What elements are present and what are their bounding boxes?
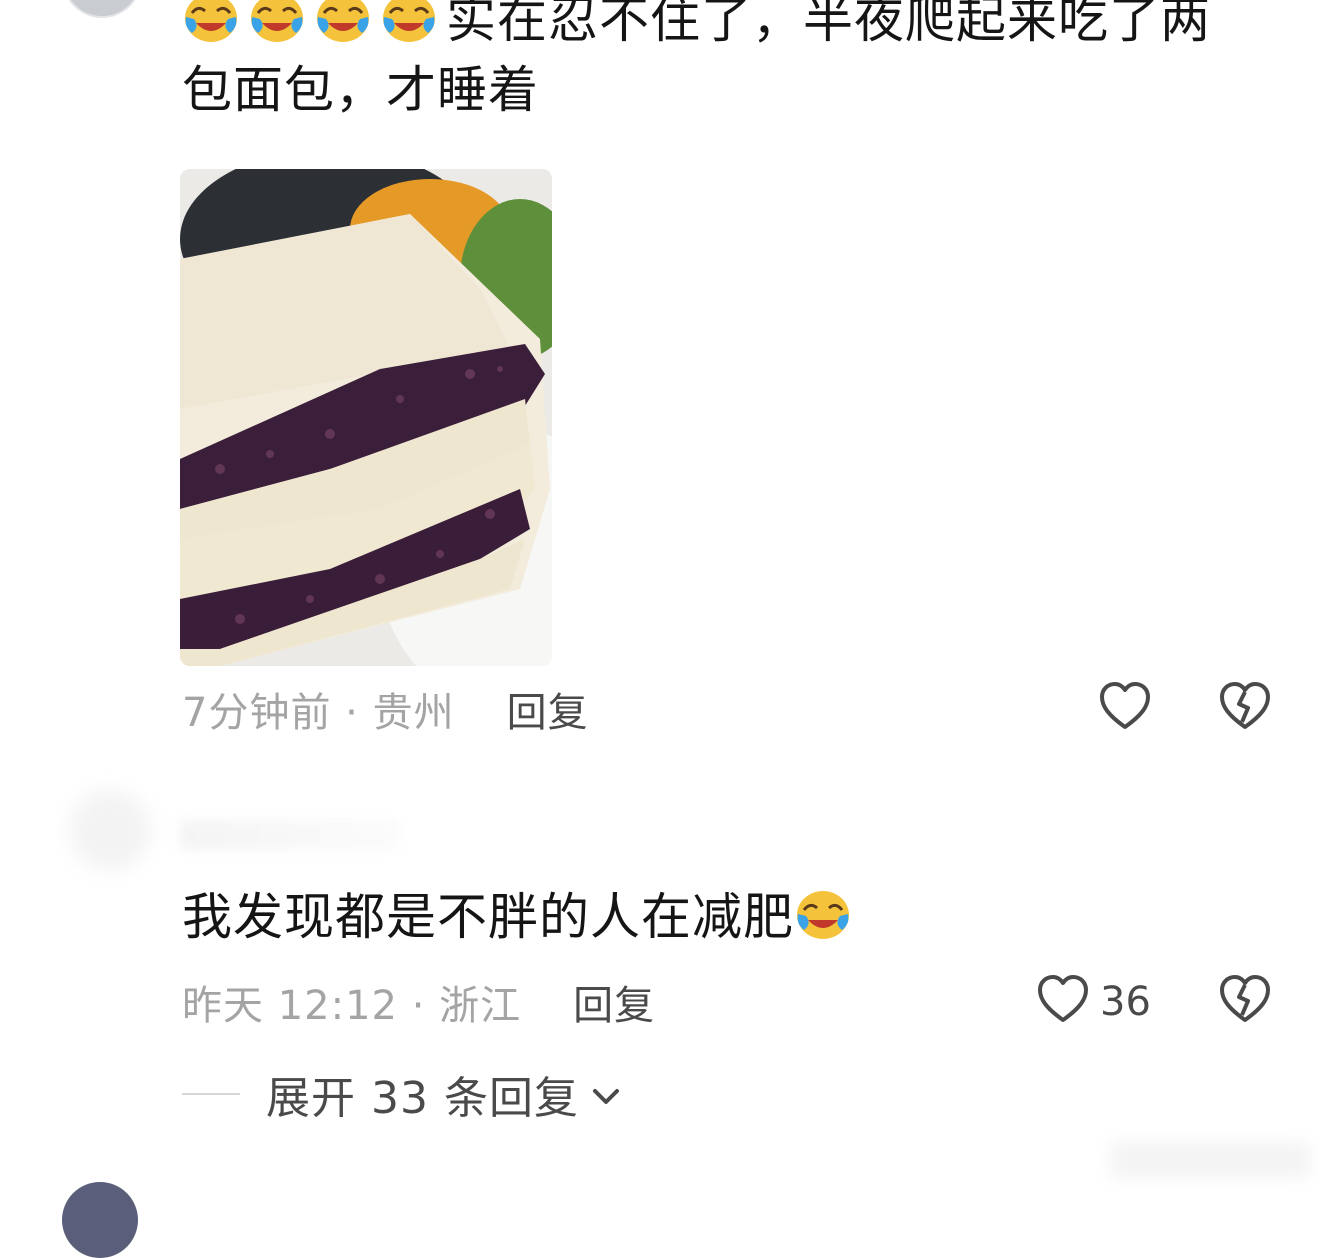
comment-body: 我发现都是不胖的人在减肥	[182, 888, 794, 946]
reply-button[interactable]: 回复	[573, 973, 655, 1031]
heart-icon	[1098, 680, 1152, 738]
commenter-name[interactable]	[180, 820, 400, 850]
expand-replies-button[interactable]: 展开 33 条回复	[182, 1062, 623, 1126]
heart-icon	[1036, 973, 1090, 1031]
crying-laughing-icon	[794, 888, 852, 940]
like-button[interactable]	[1098, 680, 1152, 738]
divider-line	[182, 1093, 240, 1095]
like-button[interactable]: 36	[1036, 973, 1151, 1031]
commenter-avatar[interactable]	[62, 1182, 138, 1258]
dislike-button[interactable]	[1218, 680, 1272, 738]
broken-heart-icon	[1218, 680, 1272, 738]
like-count: 36	[1100, 979, 1151, 1025]
reply-button[interactable]: 回复	[507, 680, 589, 738]
comment-photo[interactable]	[180, 169, 552, 666]
comment-text: 实在忍不住了，半夜爬起来吃了两包面包，才睡着	[182, 0, 1260, 125]
comment-meta: 7分钟前 · 贵州 回复	[182, 680, 589, 738]
chevron-down-icon	[589, 1069, 623, 1120]
time-location: 7分钟前 · 贵州	[182, 690, 455, 736]
dislike-button[interactable]	[1218, 973, 1272, 1031]
crying-laughing-icon	[380, 0, 438, 43]
crying-laughing-icon	[182, 0, 240, 43]
expand-replies-label: 展开 33 条回复	[266, 1073, 579, 1124]
crying-laughing-icon	[314, 0, 372, 43]
broken-heart-icon	[1218, 973, 1272, 1031]
crying-laughing-icon	[248, 0, 306, 43]
comment-text: 我发现都是不胖的人在减肥	[182, 882, 1260, 952]
comment-meta: 昨天 12:12 · 浙江 回复	[182, 973, 655, 1031]
commenter-avatar[interactable]	[70, 790, 150, 870]
watermark	[1110, 1142, 1310, 1178]
commenter-avatar[interactable]	[62, 0, 142, 18]
time-location: 昨天 12:12 · 浙江	[182, 983, 522, 1029]
